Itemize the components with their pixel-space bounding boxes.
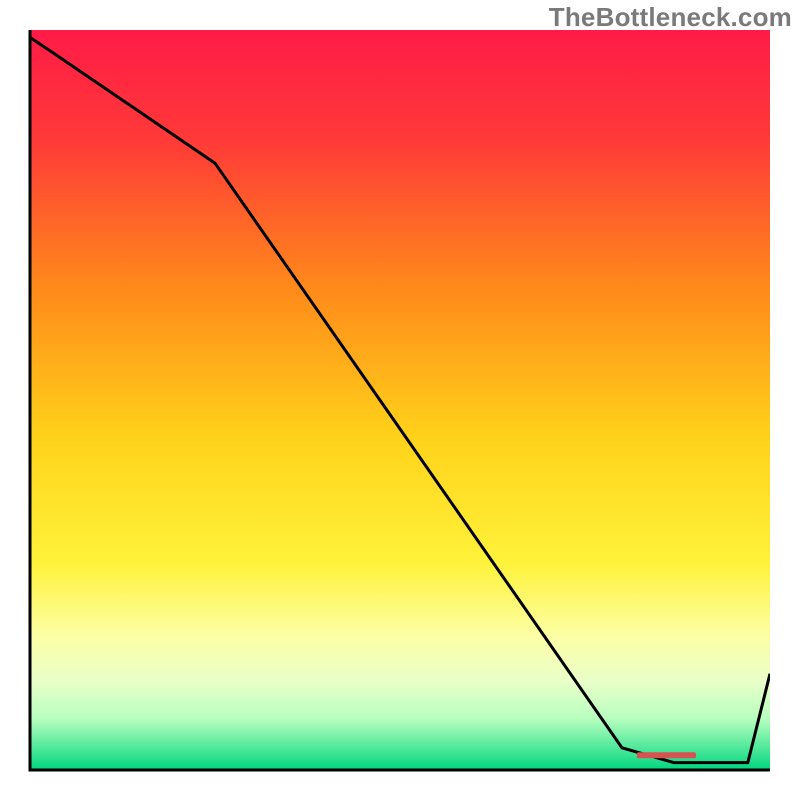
chart-svg: [0, 0, 800, 800]
watermark-label: TheBottleneck.com: [549, 2, 792, 33]
chart-figure: TheBottleneck.com: [0, 0, 800, 800]
optimal-highlight-marker: [637, 752, 696, 758]
plot-background: [30, 30, 770, 770]
